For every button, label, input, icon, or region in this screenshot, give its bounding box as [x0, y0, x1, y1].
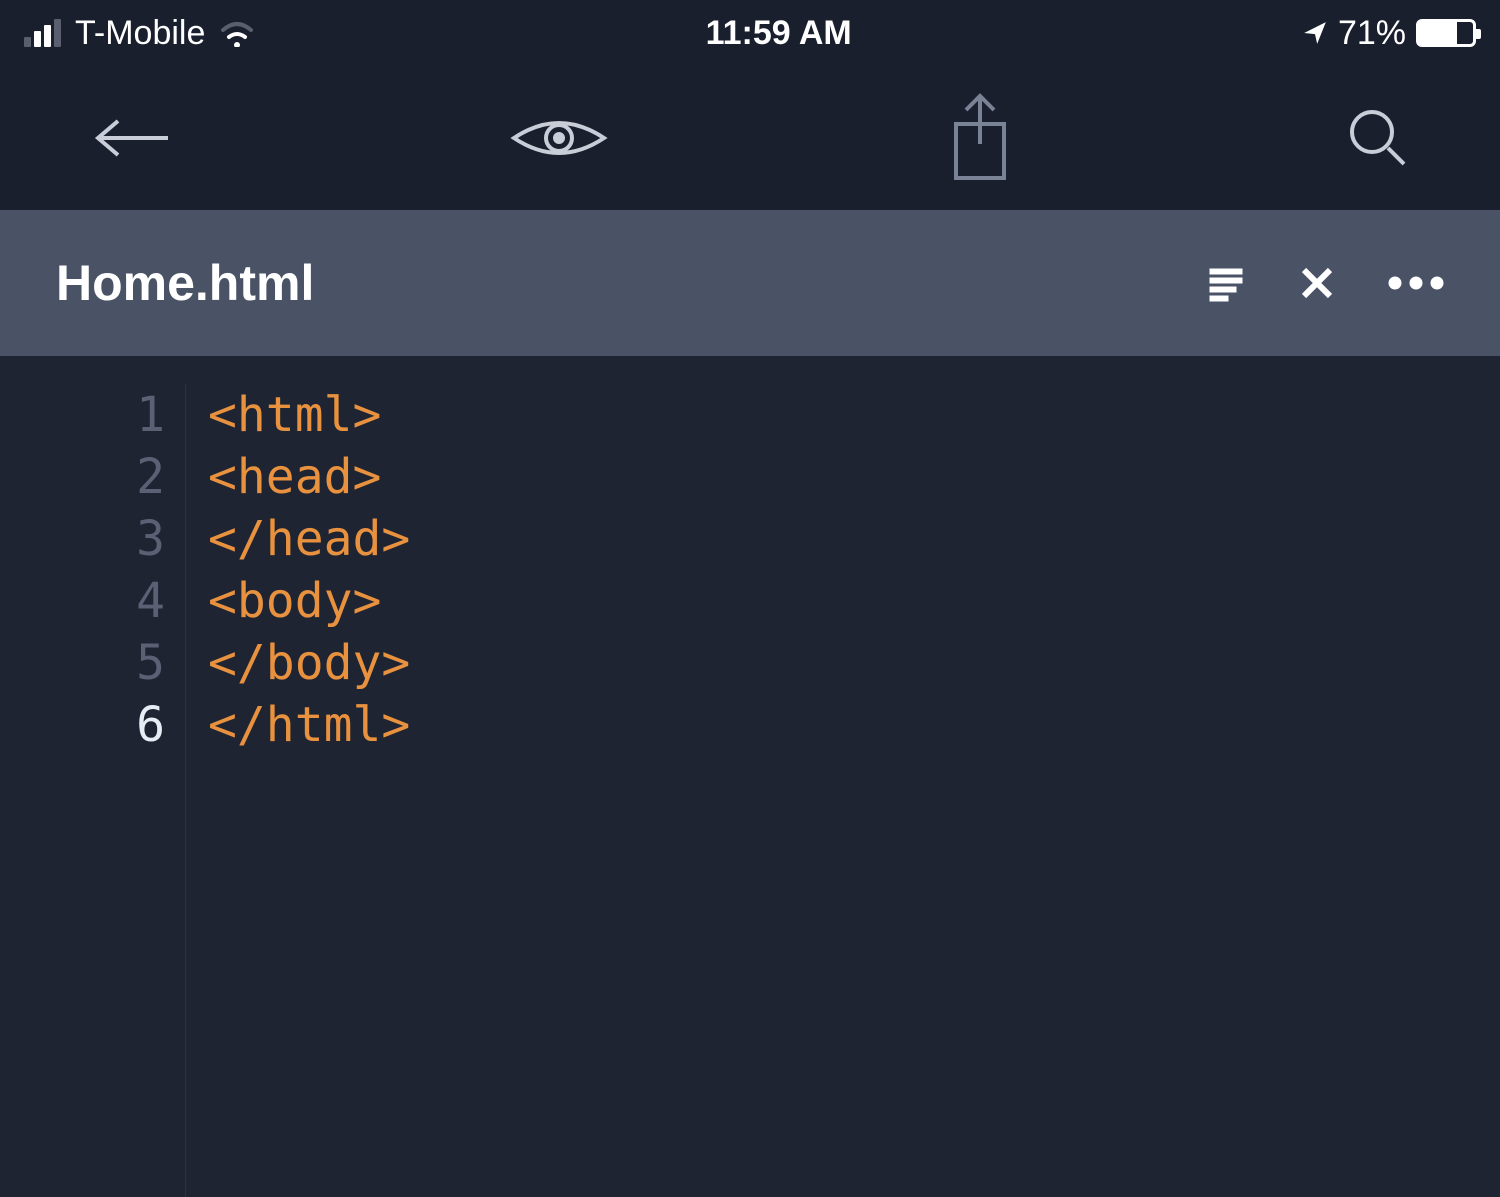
line-gutter: 1 2 3 4 5 6	[0, 384, 186, 1197]
code-line[interactable]: <head>	[208, 446, 410, 508]
line-number: 2	[0, 446, 165, 508]
back-button[interactable]	[90, 113, 176, 163]
code-line[interactable]: <body>	[208, 570, 410, 632]
line-number: 4	[0, 570, 165, 632]
line-number: 6	[0, 694, 165, 756]
battery-icon	[1416, 19, 1476, 47]
clock: 11:59 AM	[706, 14, 852, 53]
line-number: 3	[0, 508, 165, 570]
location-icon	[1302, 20, 1328, 46]
format-lines-icon[interactable]	[1206, 263, 1246, 303]
code-line[interactable]: </head>	[208, 508, 410, 570]
code-line[interactable]: <html>	[208, 384, 410, 446]
search-icon	[1346, 106, 1410, 170]
carrier-label: T-Mobile	[75, 14, 205, 53]
line-number: 5	[0, 632, 165, 694]
code-content[interactable]: <html> <head> </head> <body> </body> </h…	[186, 384, 410, 1197]
eye-icon	[504, 103, 614, 173]
code-line[interactable]: </html>	[208, 694, 410, 756]
arrow-left-icon	[90, 113, 176, 163]
status-right: 71%	[1302, 14, 1476, 53]
app-toolbar	[0, 66, 1500, 210]
status-left: T-Mobile	[24, 14, 255, 53]
share-icon	[942, 90, 1018, 186]
signal-icon	[24, 19, 61, 47]
wifi-icon	[219, 19, 255, 47]
battery-percent: 71%	[1338, 14, 1406, 53]
code-editor[interactable]: 1 2 3 4 5 6 <html> <head> </head> <body>…	[0, 356, 1500, 1197]
more-icon[interactable]	[1388, 276, 1444, 290]
status-bar: T-Mobile 11:59 AM 71%	[0, 0, 1500, 66]
tab-bar: Home.html	[0, 210, 1500, 356]
search-button[interactable]	[1346, 106, 1410, 170]
share-button[interactable]	[942, 90, 1018, 186]
close-icon[interactable]	[1298, 264, 1336, 302]
line-number: 1	[0, 384, 165, 446]
tab-actions	[1206, 263, 1444, 303]
code-line[interactable]: </body>	[208, 632, 410, 694]
preview-button[interactable]	[504, 103, 614, 173]
tab-filename: Home.html	[56, 254, 314, 312]
